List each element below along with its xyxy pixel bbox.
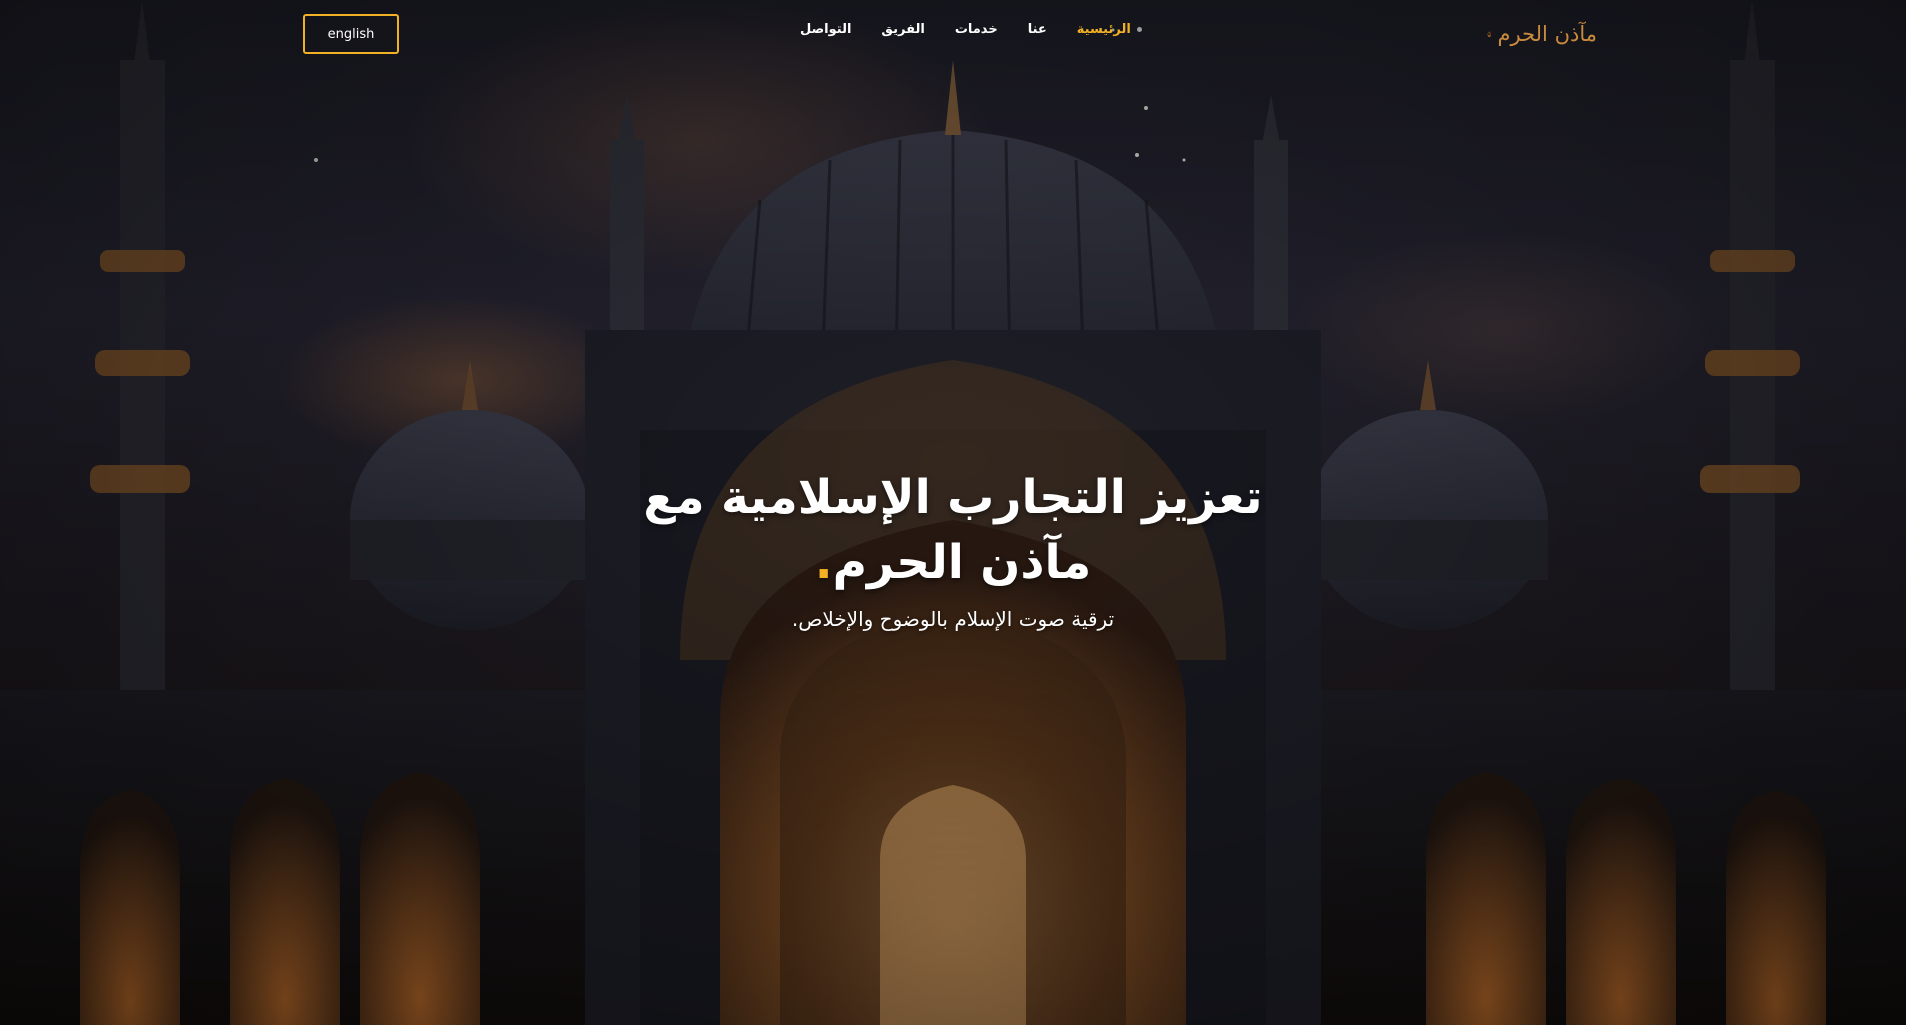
nav-link-services[interactable]: خدمات — [955, 22, 998, 37]
nav-item-team[interactable]: الفريق — [881, 22, 924, 37]
nav-item-about[interactable]: عنا — [1028, 22, 1047, 37]
nav-link-team[interactable]: الفريق — [881, 22, 924, 37]
hero-title-accent-dot: . — [814, 535, 833, 590]
language-switch-button[interactable]: english — [303, 14, 399, 54]
dot-icon — [1136, 27, 1142, 32]
nav-link-about[interactable]: عنا — [1028, 22, 1047, 37]
hero-content: تعزيز التجارب الإسلامية مع مآذن الحرم. ت… — [453, 465, 1453, 631]
nav-link-contact[interactable]: التواصل — [800, 22, 851, 37]
hero-title: تعزيز التجارب الإسلامية مع مآذن الحرم. — [453, 465, 1453, 595]
site-logo[interactable]: مآذن الحرم — [1487, 12, 1597, 56]
hero-title-line-2: مآذن الحرم — [832, 535, 1092, 590]
nav-item-home[interactable]: الرئيسية — [1077, 22, 1142, 37]
hero-subtitle: ترقية صوت الإسلام بالوضوح والإخلاص. — [791, 607, 1115, 631]
site-header: english الرئيسية عنا خدمات الفريق التواص… — [0, 0, 1906, 68]
hero-section: english الرئيسية عنا خدمات الفريق التواص… — [0, 0, 1906, 1025]
nav-item-services[interactable]: خدمات — [955, 22, 998, 37]
main-navigation: الرئيسية عنا خدمات الفريق التواصل — [800, 22, 1142, 37]
nav-link-home[interactable]: الرئيسية — [1077, 22, 1131, 37]
hero-title-line-1: تعزيز التجارب الإسلامية مع — [643, 470, 1263, 525]
logo-text: مآذن الحرم — [1497, 22, 1597, 46]
logo-emblem-icon — [1487, 31, 1492, 37]
nav-item-contact[interactable]: التواصل — [800, 22, 851, 37]
